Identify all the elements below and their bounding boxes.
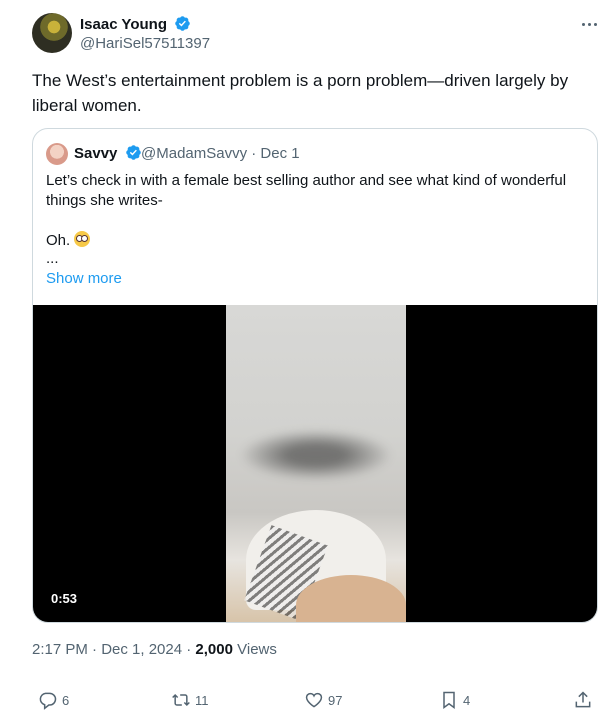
bookmark-icon xyxy=(443,691,455,709)
reply-icon xyxy=(39,692,57,710)
share-button[interactable] xyxy=(573,686,593,714)
views-count: 2,000 xyxy=(195,641,233,658)
quoted-author-avatar xyxy=(46,143,68,165)
tweet-meta: 2:17 PM · Dec 1, 2024 · 2,000 Views xyxy=(32,640,277,660)
quoted-author-handle-date: @MadamSavvy · Dec 1 xyxy=(141,145,300,162)
repost-count: 11 xyxy=(195,692,209,708)
author-handle[interactable]: @HariSel57511397 xyxy=(80,35,210,53)
quoted-author-name-row: Savvy xyxy=(74,144,142,164)
repost-button[interactable]: 11 xyxy=(171,686,209,714)
more-options-button[interactable] xyxy=(578,14,600,34)
quoted-tweet-text: Let’s check in with a female best sellin… xyxy=(46,172,567,209)
verified-badge-icon xyxy=(125,145,141,160)
like-icon xyxy=(305,692,323,708)
video-player[interactable]: 0:53 xyxy=(33,305,597,622)
tweet: Isaac Young @HariSel57511397 The West’s … xyxy=(0,0,616,722)
bookmark-button[interactable]: 4 xyxy=(439,686,470,714)
reply-count: 6 xyxy=(62,692,70,708)
quoted-tweet[interactable]: Savvy @MadamSavvy · Dec 1 Let’s check in… xyxy=(32,128,598,623)
bookmark-count: 4 xyxy=(463,692,471,708)
video-frame xyxy=(226,305,406,622)
like-count: 97 xyxy=(328,692,343,708)
share-icon xyxy=(575,691,591,708)
flushed-face-emoji xyxy=(74,231,91,247)
quoted-tweet-ellipsis: ... xyxy=(46,250,59,267)
author-name-row[interactable]: Isaac Young xyxy=(80,15,191,34)
views-label: Views xyxy=(232,641,277,658)
more-icon xyxy=(581,22,585,26)
like-button[interactable]: 97 xyxy=(304,686,342,714)
quoted-tweet-line: Oh. xyxy=(46,231,91,251)
quoted-author-name: Savvy xyxy=(74,145,118,162)
author-avatar[interactable] xyxy=(32,13,72,53)
quoted-tweet-oh: Oh. xyxy=(46,232,71,249)
tweet-text: The West’s entertainment problem is a po… xyxy=(32,71,569,115)
show-more-link[interactable]: Show more xyxy=(46,269,122,289)
reply-button[interactable]: 6 xyxy=(38,686,69,714)
author-name[interactable]: Isaac Young xyxy=(80,16,167,33)
repost-icon xyxy=(172,693,190,707)
video-duration: 0:53 xyxy=(51,591,78,606)
tweet-timestamp[interactable]: 2:17 PM · Dec 1, 2024 · xyxy=(32,641,195,658)
action-bar: 6 11 97 4 xyxy=(0,686,616,714)
verified-badge-icon xyxy=(175,16,190,31)
